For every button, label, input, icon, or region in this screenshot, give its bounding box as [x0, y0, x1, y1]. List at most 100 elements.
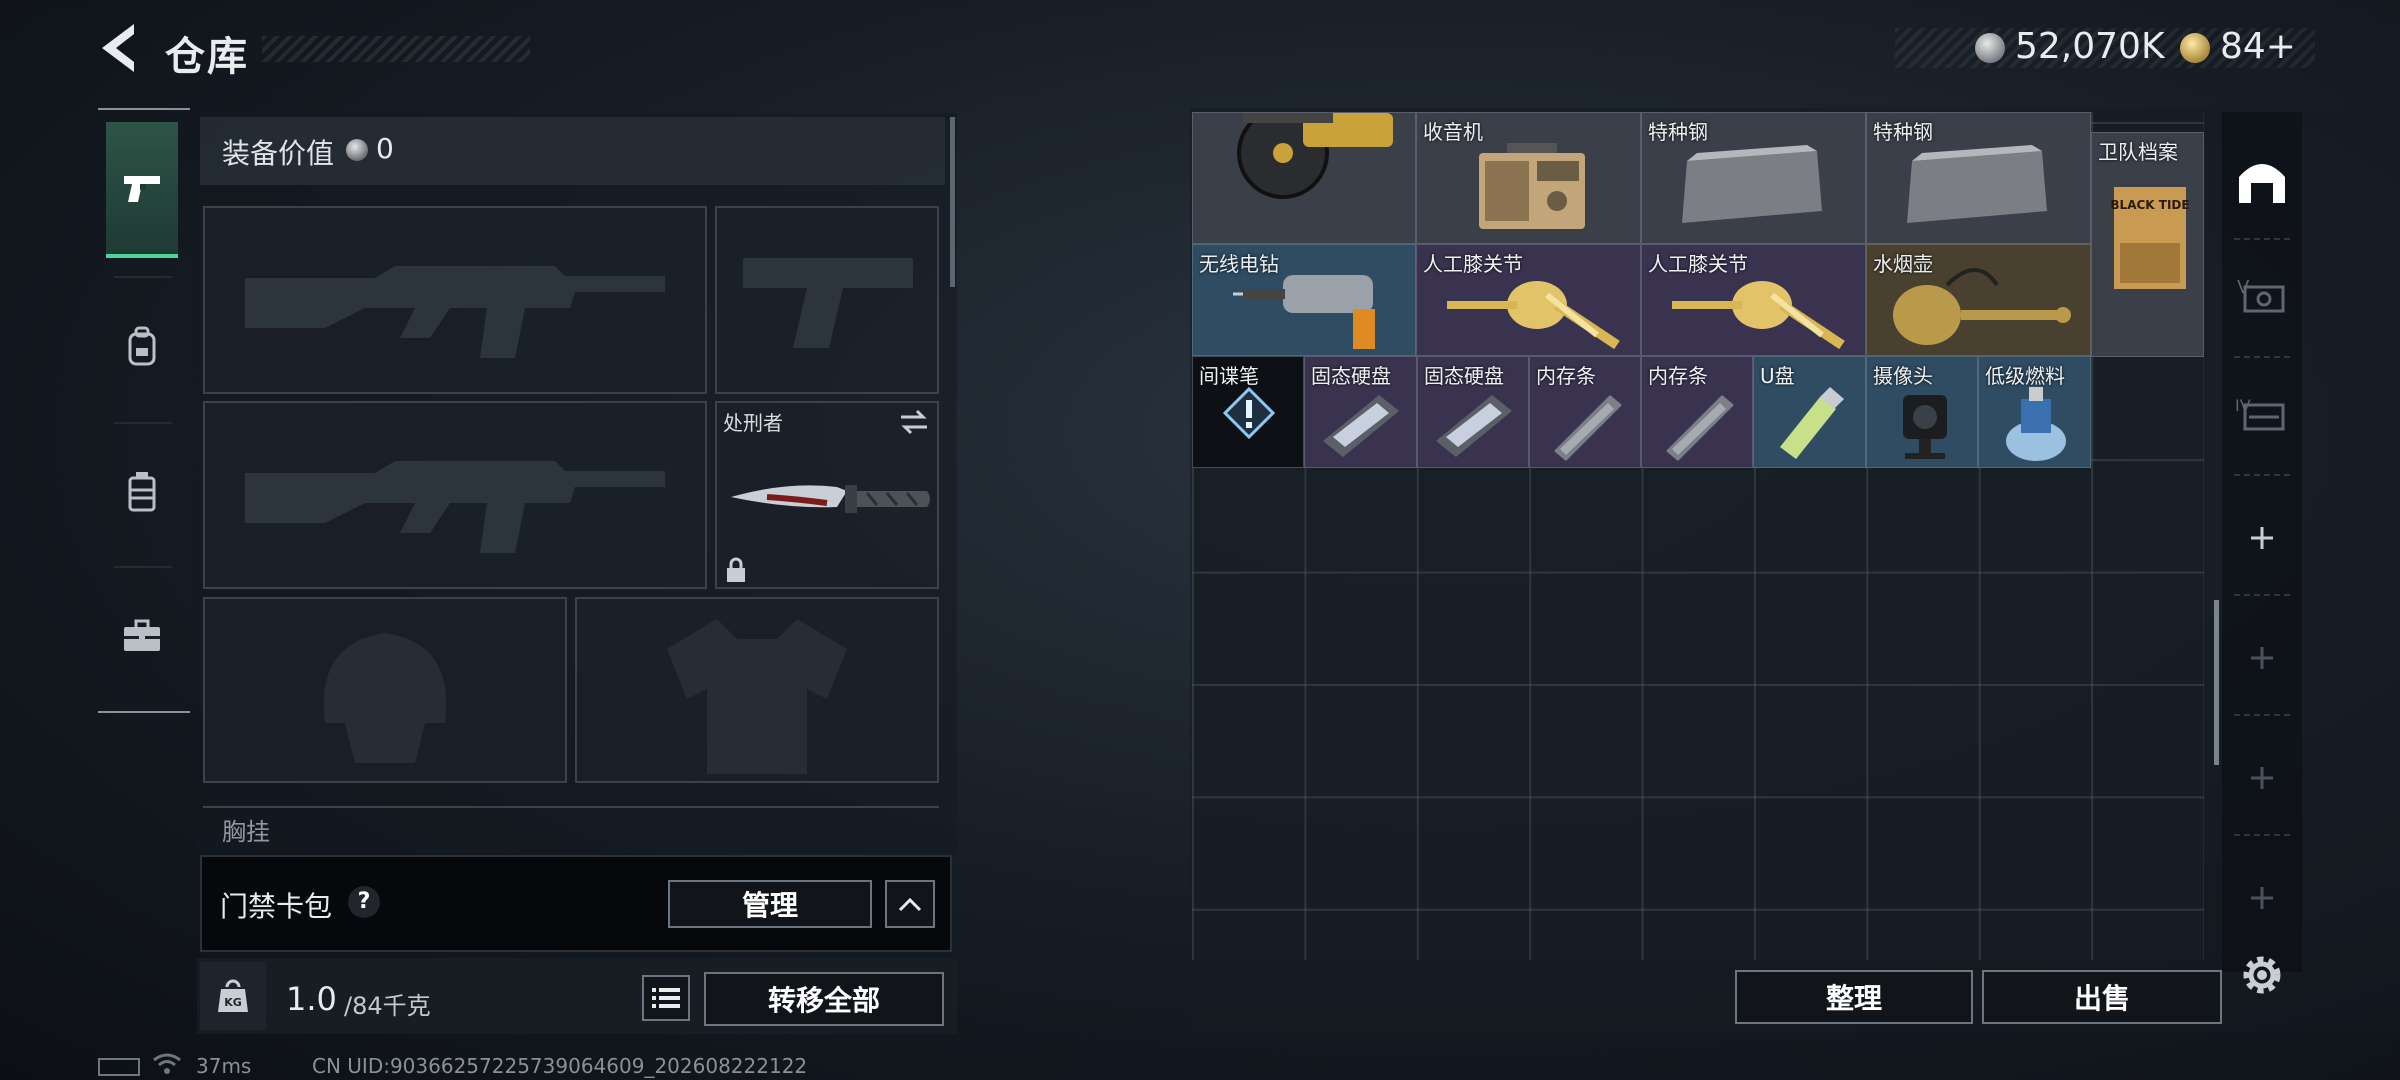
tab-case[interactable] [106, 568, 178, 704]
tab-add-storage-3[interactable] [2225, 728, 2299, 828]
item-usb-drive[interactable]: U盘 [1753, 356, 1866, 468]
usb-drive-icon [1780, 387, 1844, 459]
manage-button[interactable]: 管理 [668, 880, 872, 928]
item-ssd-1[interactable]: 固态硬盘 [1304, 356, 1417, 468]
item-name: 水烟壶 [1873, 252, 1933, 276]
storage-page-iv-icon: IV [2235, 396, 2285, 431]
rifle-silhouette-icon [245, 266, 665, 358]
help-icon[interactable]: ? [348, 886, 380, 918]
item-ram-2[interactable]: 内存条 [1641, 356, 1753, 468]
gold-currency-value[interactable]: 84+ [2220, 26, 2296, 67]
tab-add-storage-4[interactable] [2225, 848, 2299, 948]
back-button[interactable] [96, 22, 144, 74]
equipment-scrollbar[interactable] [950, 117, 955, 287]
swap-icon[interactable] [899, 409, 929, 435]
chevron-up-icon [898, 897, 922, 912]
item-name: 低级燃料 [1985, 364, 2065, 388]
wifi-icon [153, 1053, 181, 1074]
item-name: 间谍笔 [1199, 364, 1259, 388]
secondary-weapon-slot[interactable] [715, 206, 939, 394]
primary-weapon-slot-2[interactable] [203, 401, 707, 589]
combat-knife-icon [731, 485, 930, 513]
sort-button[interactable]: 整理 [1735, 970, 1973, 1024]
list-icon [652, 988, 680, 1008]
tab-backpack[interactable] [106, 278, 178, 414]
warning-diamond-icon [1223, 387, 1275, 439]
tab-storage-page-4[interactable]: IV [2225, 364, 2299, 464]
gear-icon[interactable] [2237, 950, 2287, 1000]
item-artificial-knee-2[interactable]: 人工膝关节 [1641, 244, 1866, 356]
weight-current: 1.0 [286, 980, 337, 1018]
helmet-silhouette-icon [323, 633, 447, 763]
item-camera[interactable]: 摄像头 [1866, 356, 1978, 468]
network-ping: 37ms [196, 1054, 252, 1078]
helmet-slot[interactable] [203, 597, 567, 783]
fuel-can-icon [2006, 387, 2066, 461]
item-name: 无线电钻 [1199, 252, 1279, 276]
back-arrow-icon [102, 24, 134, 72]
item-name: 卫队档案 [2098, 140, 2178, 164]
item-name: 特种钢 [1648, 120, 1708, 144]
tab-add-storage-2[interactable] [2225, 608, 2299, 708]
melee-weapon-slot[interactable]: 处刑者 [715, 401, 939, 589]
knee-joint-icon [1672, 281, 1845, 350]
tab-add-storage-1[interactable] [2225, 488, 2299, 588]
storage-grid: 收音机 特种钢 特种钢 卫队档案 BLACK TIDE 无线电钻 人工膝关节 人… [1192, 112, 2204, 960]
keycard-pack-label: 门禁卡包 [220, 890, 333, 923]
item-hookah[interactable]: 水烟壶 [1866, 244, 2091, 356]
item-name: 固态硬盘 [1424, 364, 1504, 388]
steel-ingot-icon [1907, 145, 2047, 223]
transfer-all-button[interactable]: 转移全部 [704, 972, 944, 1026]
item-spy-pen[interactable]: 间谍笔 [1192, 356, 1304, 468]
item-low-grade-fuel[interactable]: 低级燃料 [1978, 356, 2091, 468]
battery-icon [98, 1058, 140, 1076]
equipment-value: 0 [376, 132, 394, 165]
tab-weapons[interactable] [106, 122, 178, 258]
user-uid: CN UID:903662572257390646​09_20260822212… [312, 1054, 808, 1078]
item-radio[interactable]: 收音机 [1416, 112, 1641, 244]
plus-icon [2251, 527, 2273, 549]
weight-icon-box: KG [200, 962, 266, 1030]
tab-vest[interactable] [106, 424, 178, 560]
plus-icon [2251, 887, 2273, 909]
weight-max: /84千克 [344, 992, 431, 1020]
item-guard-file[interactable]: 卫队档案 BLACK TIDE [2091, 132, 2204, 357]
svg-text:KG: KG [224, 996, 242, 1009]
item-ssd-2[interactable]: 固态硬盘 [1417, 356, 1529, 468]
list-view-button[interactable] [642, 975, 690, 1021]
title-stripe-decoration [262, 36, 530, 62]
item-name: 内存条 [1536, 364, 1596, 388]
item-name: 固态硬盘 [1311, 364, 1391, 388]
item-special-steel-2[interactable]: 特种钢 [1866, 112, 2091, 244]
vest-icon [128, 472, 156, 512]
radio-icon [1479, 143, 1585, 229]
ssd-icon [1323, 395, 1399, 457]
storage-scrollbar[interactable] [2214, 600, 2219, 765]
plus-icon [2251, 767, 2273, 789]
equipment-value-label: 装备价值 [222, 137, 335, 170]
storage-page-v-icon: V [2237, 277, 2285, 313]
item-circular-saw[interactable] [1192, 112, 1416, 244]
sell-button[interactable]: 出售 [1982, 970, 2222, 1024]
lock-icon [727, 557, 745, 582]
melee-weapon-name: 处刑者 [723, 411, 783, 435]
chest-rig-slot[interactable] [203, 806, 939, 846]
expand-button[interactable] [885, 880, 935, 928]
item-artificial-knee-1[interactable]: 人工膝关节 [1416, 244, 1641, 356]
equipment-category-tabs [98, 108, 190, 713]
item-special-steel-1[interactable]: 特种钢 [1641, 112, 1866, 244]
item-name: 人工膝关节 [1648, 252, 1748, 276]
item-cordless-drill[interactable]: 无线电钻 [1192, 244, 1416, 356]
item-name: 特种钢 [1873, 120, 1933, 144]
body-armor-slot[interactable] [575, 597, 939, 783]
backpack-icon [128, 326, 156, 366]
tab-storage-page-5[interactable]: V [2225, 246, 2299, 346]
steel-ingot-icon [1682, 145, 1822, 223]
circular-saw-icon [1237, 113, 1393, 199]
item-name: 摄像头 [1873, 364, 1933, 388]
item-ram-1[interactable]: 内存条 [1529, 356, 1641, 468]
pistol-icon [124, 176, 160, 202]
item-name: U盘 [1760, 364, 1795, 388]
tab-storage-main[interactable] [2225, 130, 2299, 230]
primary-weapon-slot-1[interactable] [203, 206, 707, 394]
